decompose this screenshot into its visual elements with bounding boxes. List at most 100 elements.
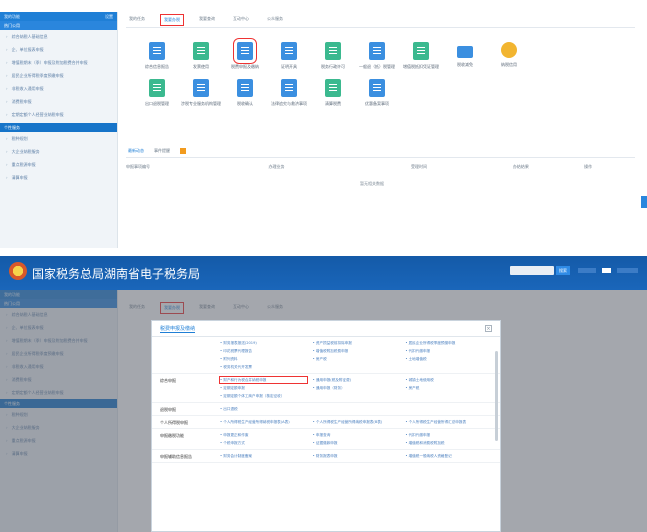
sidebar-item[interactable]: 重点税源申报 bbox=[0, 158, 117, 171]
modal-link[interactable]: 代扣代缴申报 bbox=[405, 348, 492, 354]
modal-link[interactable]: 财务会计制度备案 bbox=[220, 453, 307, 459]
service-label: 涉税专业服务机构管理 bbox=[181, 101, 221, 106]
sidebar-item[interactable]: 定期定额个人经营业纳税申报 bbox=[0, 108, 117, 121]
modal-scrollbar[interactable] bbox=[495, 351, 498, 441]
modal-link[interactable]: 房产税 bbox=[405, 385, 492, 391]
grid-spacer bbox=[575, 42, 619, 69]
modal-link[interactable]: 申报查询 bbox=[313, 432, 400, 438]
table-header-cell: 操作 bbox=[584, 164, 593, 169]
table-header-cell: 受理时间 bbox=[411, 164, 428, 169]
sidebar-item[interactable]: 税种规划 bbox=[0, 132, 117, 145]
service-icon-grid: 综合信息报告 发票使用 税费申报及缴纳 证明开具 税务行政许可 一般退（抵）税管理 增值税抵… bbox=[135, 38, 635, 106]
sidebar-item[interactable]: 综合纳税人基础信息 bbox=[0, 30, 117, 43]
modal-link[interactable]: 财务报表报送(2019) bbox=[220, 340, 307, 346]
modal-link[interactable]: 出口退税 bbox=[220, 406, 307, 412]
modal-link[interactable]: 定期定额个体工商户申报（核定征收） bbox=[220, 393, 307, 399]
modal-row: 申报辅助信息报告 财务会计制度备案财务报表申报增值税一般纳税人资格登记 bbox=[152, 450, 500, 463]
sidebar-header-label: 我的功能 bbox=[4, 13, 20, 19]
sidebar-item[interactable]: 大企业纳税服务 bbox=[0, 145, 117, 158]
table-header: 申报事项编号 办理业务 受理时间 办结结果 操作 bbox=[126, 164, 635, 170]
tab-2[interactable]: 我要查询 bbox=[196, 14, 218, 26]
modal-link[interactable]: 个人所得税生产经营所得汇总申报表 bbox=[405, 419, 492, 425]
modal-link[interactable]: 通用申报(税及附征费) bbox=[313, 377, 400, 383]
sidebar-top: 我的功能 设置 热门公用 综合纳税人基础信息企、单位报表申报增值税期末（季）申报及… bbox=[0, 12, 118, 248]
service-icon bbox=[281, 42, 297, 60]
service-icon bbox=[369, 42, 385, 60]
float-tab[interactable] bbox=[641, 196, 647, 208]
user-links[interactable] bbox=[578, 268, 638, 273]
reminder-badge bbox=[180, 148, 186, 154]
service-tile[interactable]: 税收减免 bbox=[443, 42, 487, 69]
modal-link[interactable]: 增值税一般纳税人资格登记 bbox=[405, 453, 492, 459]
service-tile[interactable]: 增值税抵扣凭证管理 bbox=[399, 42, 443, 69]
service-icon bbox=[281, 79, 297, 97]
service-icon bbox=[149, 79, 165, 97]
sidebar-item[interactable]: 消费税申报 bbox=[0, 95, 117, 108]
tab-4[interactable]: 公众服务 bbox=[264, 14, 286, 26]
service-icon bbox=[149, 42, 165, 60]
modal-links: 出口退税 bbox=[220, 403, 492, 415]
modal-link[interactable]: 附列资料 bbox=[220, 356, 307, 362]
sidebar-item[interactable]: 居民企业所得税季度预缴申报 bbox=[0, 69, 117, 82]
modal-links: 申报更正和作废申报查询代扣代缴申报个税申报方式证据缴款申报增值税和消费税附加税 bbox=[220, 429, 492, 449]
service-tile[interactable]: 证明开具 bbox=[267, 42, 311, 69]
modal-link[interactable]: 土地增值税 bbox=[405, 356, 492, 362]
sidebar-header[interactable]: 我的功能 设置 bbox=[0, 12, 117, 21]
modal-link[interactable]: 印花税票代理报告 bbox=[220, 348, 307, 354]
sidebar-item[interactable]: 增值税期末（季）申报及附加税费合并申报 bbox=[0, 56, 117, 69]
modal-row: 申报缴税功能 申报更正和作废申报查询代扣代缴申报个税申报方式证据缴款申报增值税和消… bbox=[152, 429, 500, 450]
table-header-cell: 申报事项编号 bbox=[126, 164, 150, 169]
service-tile[interactable]: 优惠备案事项 bbox=[355, 79, 399, 106]
modal-link[interactable]: 通用申报（财务） bbox=[313, 385, 400, 391]
modal-header: 税费申报及缴纳 × bbox=[152, 321, 500, 337]
service-tile[interactable]: 税收确认 bbox=[223, 79, 267, 106]
service-label: 出口退税管理 bbox=[145, 101, 169, 106]
sidebar-item[interactable]: 清算申报 bbox=[0, 171, 117, 184]
service-tile[interactable]: 税务行政许可 bbox=[311, 42, 355, 69]
modal-link[interactable]: 财务报表申报 bbox=[313, 453, 400, 459]
service-icon bbox=[237, 79, 253, 97]
modal-link[interactable]: 代扣代缴申报 bbox=[405, 432, 492, 438]
modal-link[interactable]: 个人所得税生产经营所得纳税申报表(A表) bbox=[220, 419, 307, 425]
modal-link[interactable]: 定期定额申报 bbox=[220, 385, 307, 391]
modal-link[interactable]: 居民企业所得税季度预缴申报 bbox=[405, 340, 492, 346]
service-tile[interactable]: 纳税信用 bbox=[487, 42, 531, 69]
service-tile[interactable]: 涉税专业服务机构管理 bbox=[179, 79, 223, 106]
modal-category: 退税申报 bbox=[160, 407, 176, 412]
modal-link[interactable]: 资产损益税前扣除申报 bbox=[313, 340, 400, 346]
modal-link[interactable]: 证据缴款申报 bbox=[313, 440, 400, 446]
modal-link[interactable]: 城镇土地使用税 bbox=[405, 377, 492, 383]
tab-0[interactable]: 我的任务 bbox=[126, 14, 148, 26]
service-tile[interactable]: 法律追究与救济事项 bbox=[267, 79, 311, 106]
service-tile[interactable]: 出口退税管理 bbox=[135, 79, 179, 106]
modal-link[interactable]: 房产税 bbox=[313, 356, 400, 362]
service-tile[interactable]: 发票使用 bbox=[179, 42, 223, 69]
service-label: 法律追究与救济事项 bbox=[271, 101, 307, 106]
modal-link[interactable]: 申报更正和作废 bbox=[220, 432, 307, 438]
search-input[interactable] bbox=[510, 266, 554, 275]
tab-reminders[interactable]: 事件提醒 bbox=[154, 148, 170, 154]
settings-link[interactable]: 设置 bbox=[105, 14, 113, 20]
main-tabs: 我的任务 我要办税 我要查询 互动中心 公众服务 bbox=[126, 14, 286, 26]
modal-link[interactable]: 财产和行为税合并纳税申报 bbox=[219, 376, 308, 384]
sidebar-item[interactable]: 企、单位报表申报 bbox=[0, 43, 117, 56]
tab-1[interactable]: 我要办税 bbox=[160, 14, 184, 26]
sidebar-section-hot[interactable]: 热门公用 bbox=[0, 21, 117, 30]
sidebar-item[interactable]: 非税收入通用申报 bbox=[0, 82, 117, 95]
close-icon[interactable]: × bbox=[485, 325, 492, 332]
modal-link[interactable]: 税务机关代开发票 bbox=[220, 364, 307, 370]
service-icon bbox=[501, 42, 517, 58]
modal-link[interactable]: 增值税附加税费申报 bbox=[313, 348, 400, 354]
search-button[interactable]: 搜索 bbox=[556, 266, 570, 275]
sidebar-section-personal[interactable]: 个性服务 bbox=[0, 123, 117, 132]
modal-link[interactable]: 个税申报方式 bbox=[220, 440, 307, 446]
tab-3[interactable]: 互动中心 bbox=[230, 14, 252, 26]
modal-link[interactable]: 增值税和消费税附加税 bbox=[405, 440, 492, 446]
service-icon bbox=[233, 38, 257, 64]
service-tile[interactable]: 综合信息报告 bbox=[135, 42, 179, 69]
modal-link[interactable]: 个人所得税生产经营所得纳税申报表(B表) bbox=[313, 419, 400, 425]
service-tile[interactable]: 清算税费 bbox=[311, 79, 355, 106]
service-tile[interactable]: 一般退（抵）税管理 bbox=[355, 42, 399, 69]
service-tile[interactable]: 税费申报及缴纳 bbox=[223, 38, 267, 69]
tab-latest[interactable]: 最新动态 bbox=[128, 148, 144, 154]
